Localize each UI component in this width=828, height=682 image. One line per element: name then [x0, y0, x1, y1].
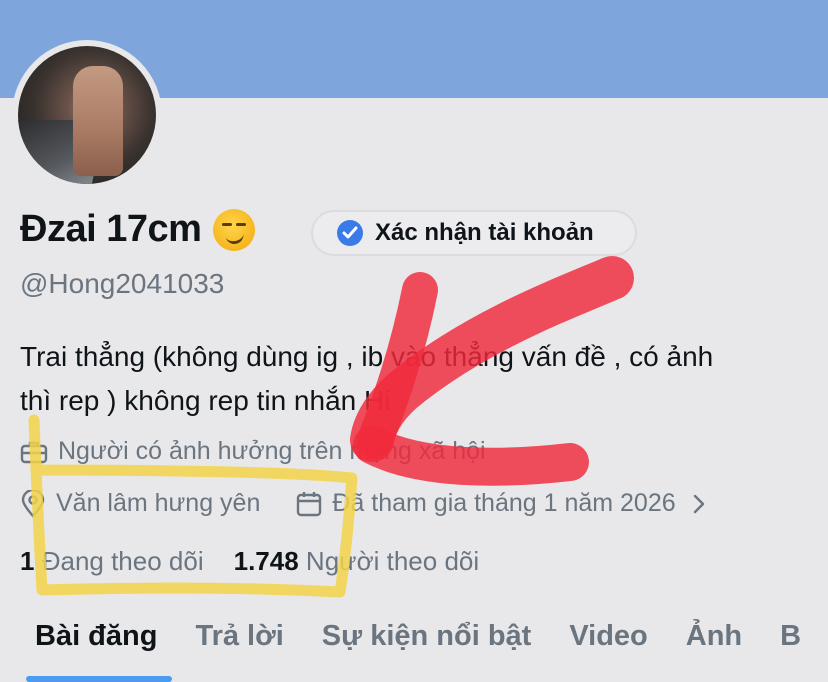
profile-tabs: Bài đăng Trả lời Sự kiện nổi bật Video Ả… [35, 620, 801, 653]
bio-line-2: thì rep ) không rep tin nhắn Hi [20, 385, 391, 416]
following-link[interactable]: 1 Đang theo dõi [20, 546, 204, 577]
profile-meta-row: Văn lâm hưng yên Đã tham gia tháng 1 năm… [20, 489, 706, 518]
profile-bio: Trai thẳng (không dùng ig , ib vào thẳng… [20, 335, 810, 423]
following-count: 1 [20, 546, 35, 576]
bio-line-1: Trai thẳng (không dùng ig , ib vào thẳng… [20, 341, 714, 372]
followers-link[interactable]: 1.748 Người theo dõi [234, 546, 480, 577]
profile-name-text: Đzai 17cm [20, 208, 202, 250]
followers-count: 1.748 [233, 546, 299, 576]
smirk-emoji-icon [213, 208, 256, 251]
verify-account-button[interactable]: Xác nhận tài khoản [311, 210, 637, 256]
profile-category: Người có ảnh hưởng trên mạng xã hội [20, 437, 486, 466]
briefcase-icon [20, 441, 48, 463]
chevron-right-icon[interactable] [692, 493, 706, 515]
profile-location: Văn lâm hưng yên [56, 489, 261, 517]
tab-more[interactable]: B [780, 620, 801, 653]
following-label: Đang theo dõi [41, 546, 204, 576]
profile-name: Đzai 17cm [20, 208, 256, 251]
avatar-figure [73, 66, 123, 176]
profile-handle: @Hong2041033 [20, 268, 225, 299]
tab-replies[interactable]: Trả lời [195, 620, 283, 653]
tab-video[interactable]: Video [569, 620, 647, 653]
profile-joined: Đã tham gia tháng 1 năm 2026 [332, 489, 676, 517]
follow-stats: 1 Đang theo dõi 1.748 Người theo dõi [20, 546, 479, 577]
profile-category-text: Người có ảnh hưởng trên mạng xã hội [58, 437, 486, 465]
calendar-icon [297, 491, 322, 516]
location-pin-icon [21, 489, 45, 518]
tab-posts[interactable]: Bài đăng [35, 620, 157, 653]
verified-badge-icon [337, 220, 363, 246]
followers-label: Người theo dõi [305, 546, 480, 576]
tab-highlights[interactable]: Sự kiện nổi bật [322, 620, 532, 653]
tab-photos[interactable]: Ảnh [686, 620, 742, 653]
verify-account-label: Xác nhận tài khoản [375, 219, 594, 246]
active-tab-indicator [26, 676, 172, 682]
avatar[interactable] [18, 46, 156, 184]
